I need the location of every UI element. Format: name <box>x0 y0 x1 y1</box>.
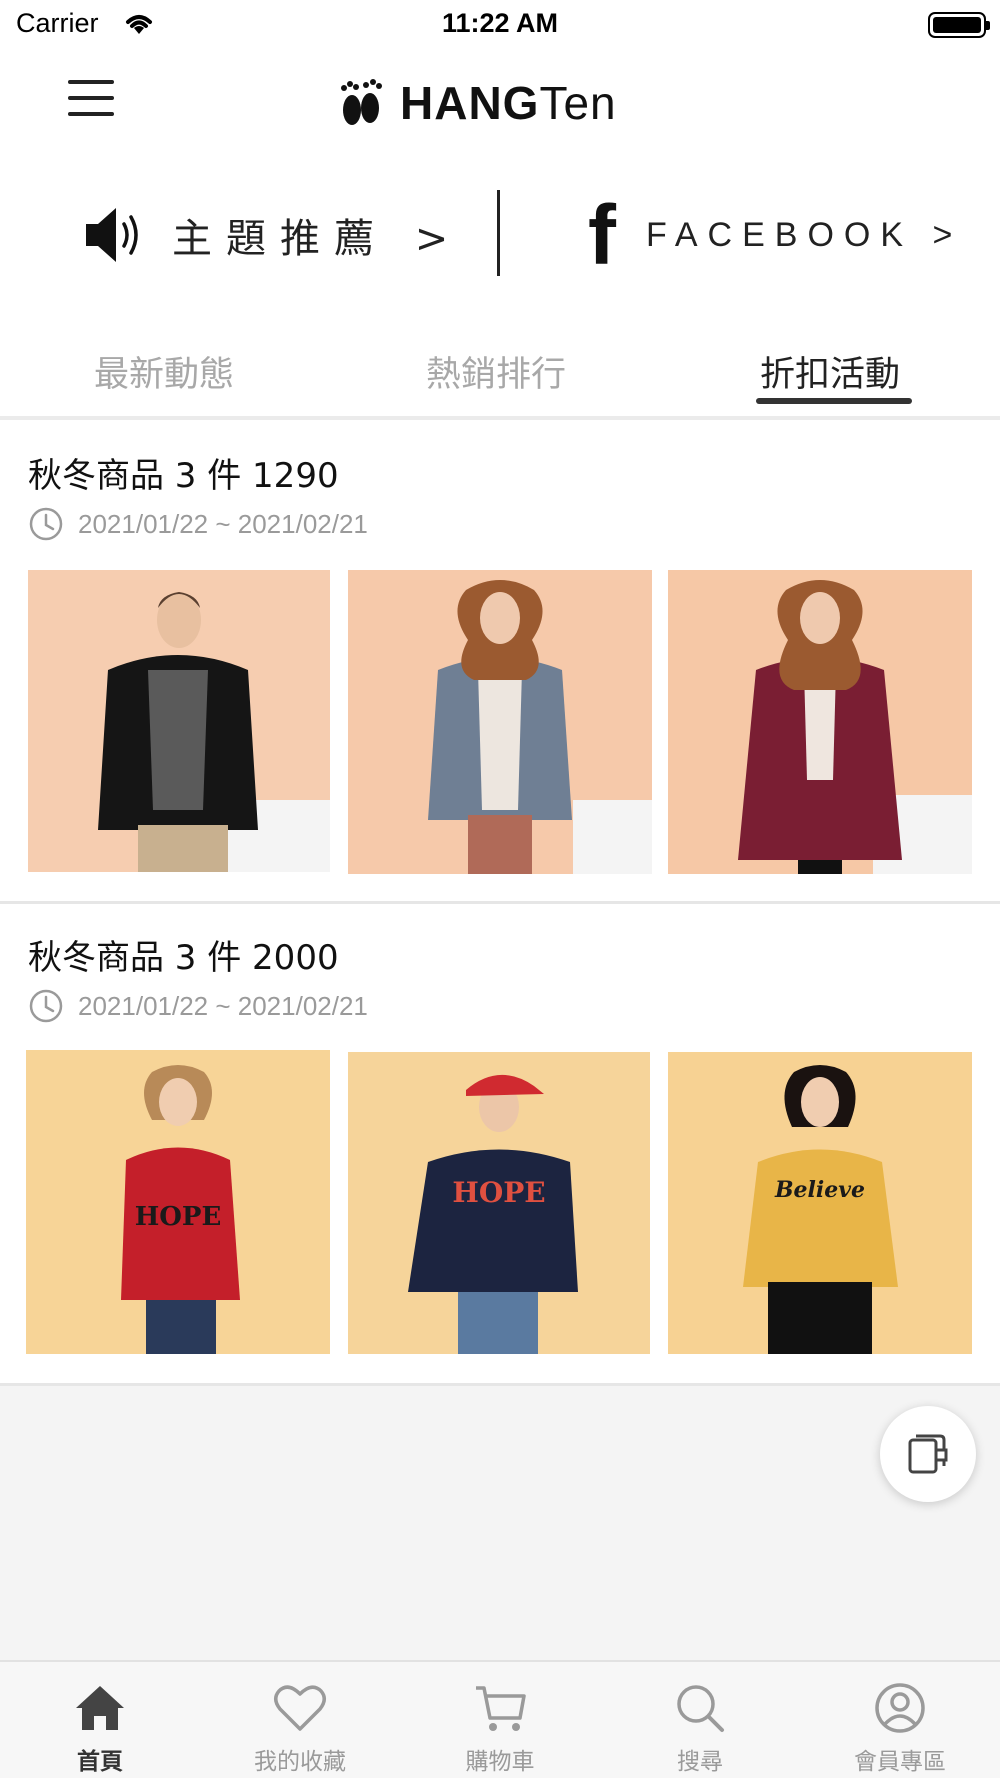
product-image-red-hoodie[interactable]: HOPE <box>26 1050 330 1354</box>
clock-time: 11:22 AM <box>441 8 559 38</box>
promotion-title: 秋冬商品 3 件 2000 <box>28 938 339 978</box>
nav-label: 首頁 <box>77 1749 123 1775</box>
coupon-icon <box>908 1434 948 1474</box>
footprint-logo-icon <box>341 79 382 125</box>
theme-recommend-link[interactable]: 主題推薦 > <box>82 200 462 270</box>
nav-favorites[interactable]: 我的收藏 <box>200 1662 400 1778</box>
nav-member[interactable]: 會員專區 <box>800 1662 1000 1778</box>
promotion-date: 2021/01/22 ~ 2021/02/21 <box>28 506 368 542</box>
product-image-black-puffer[interactable] <box>28 570 330 872</box>
nav-label: 搜尋 <box>677 1749 723 1775</box>
svg-text:HOPE: HOPE <box>452 1176 545 1209</box>
promo-row: 主題推薦 > f FACEBOOK > <box>0 190 1000 280</box>
theme-recommend-label: 主題推薦 > <box>172 216 463 262</box>
promo-divider <box>497 190 500 276</box>
cart-icon <box>476 1686 526 1731</box>
svg-text:Believe: Believe <box>774 1177 865 1203</box>
battery-icon <box>928 12 990 38</box>
nav-search[interactable]: 搜尋 <box>600 1662 800 1778</box>
product-image-navy-hoodie[interactable]: HOPE <box>348 1052 650 1354</box>
nav-label: 會員專區 <box>854 1749 946 1775</box>
date-range-text: 2021/01/22 ~ 2021/02/21 <box>78 508 368 539</box>
empty-background-area <box>0 1386 1000 1660</box>
promotion-section[interactable]: 秋冬商品 3 件 2000 2021/01/22 ~ 2021/02/21 HO… <box>0 904 1000 1386</box>
product-image-yellow-hoodie[interactable]: Believe <box>668 1052 972 1354</box>
promotion-section[interactable]: 秋冬商品 3 件 1290 2021/01/22 ~ 2021/02/21 <box>0 420 1000 904</box>
status-bar: Carrier 11:22 AM <box>0 0 1000 50</box>
nav-label: 我的收藏 <box>254 1749 346 1775</box>
logo-wordmark: HANGTen <box>400 77 617 129</box>
search-icon <box>677 1685 724 1732</box>
product-image-gray-jacket[interactable] <box>348 570 652 874</box>
tab-discounts[interactable]: 折扣活動 <box>760 346 900 397</box>
product-image-burgundy-puffer[interactable] <box>668 570 972 874</box>
clock-icon <box>29 507 63 541</box>
floating-action-button[interactable] <box>880 1406 976 1502</box>
heart-icon <box>274 1685 326 1731</box>
promotion-title: 秋冬商品 3 件 1290 <box>28 456 339 496</box>
svg-text:HOPE: HOPE <box>135 1202 222 1232</box>
facebook-link[interactable]: f FACEBOOK > <box>588 188 963 282</box>
promotion-date: 2021/01/22 ~ 2021/02/21 <box>28 988 368 1024</box>
home-icon <box>76 1686 124 1730</box>
tab-bar: 最新動態 熱銷排行 折扣活動 <box>0 336 1000 420</box>
nav-label: 購物車 <box>465 1749 535 1775</box>
active-tab-indicator <box>756 398 912 404</box>
date-range-text: 2021/01/22 ~ 2021/02/21 <box>78 990 368 1021</box>
tab-best-sellers[interactable]: 熱銷排行 <box>426 346 566 397</box>
facebook-label: FACEBOOK > <box>645 215 963 254</box>
nav-cart[interactable]: 購物車 <box>400 1662 600 1778</box>
clock-icon <box>29 989 63 1023</box>
speaker-icon <box>86 208 138 262</box>
nav-home[interactable]: 首頁 <box>0 1662 200 1778</box>
facebook-icon: f <box>588 188 616 282</box>
brand-logo[interactable]: HANGTen <box>338 76 617 130</box>
tab-latest-news[interactable]: 最新動態 <box>94 346 234 397</box>
user-icon <box>875 1683 925 1733</box>
hamburger-menu-icon[interactable] <box>68 80 114 120</box>
bottom-tab-bar: 首頁 我的收藏 購物車 搜尋 會員專區 <box>0 1660 1000 1778</box>
